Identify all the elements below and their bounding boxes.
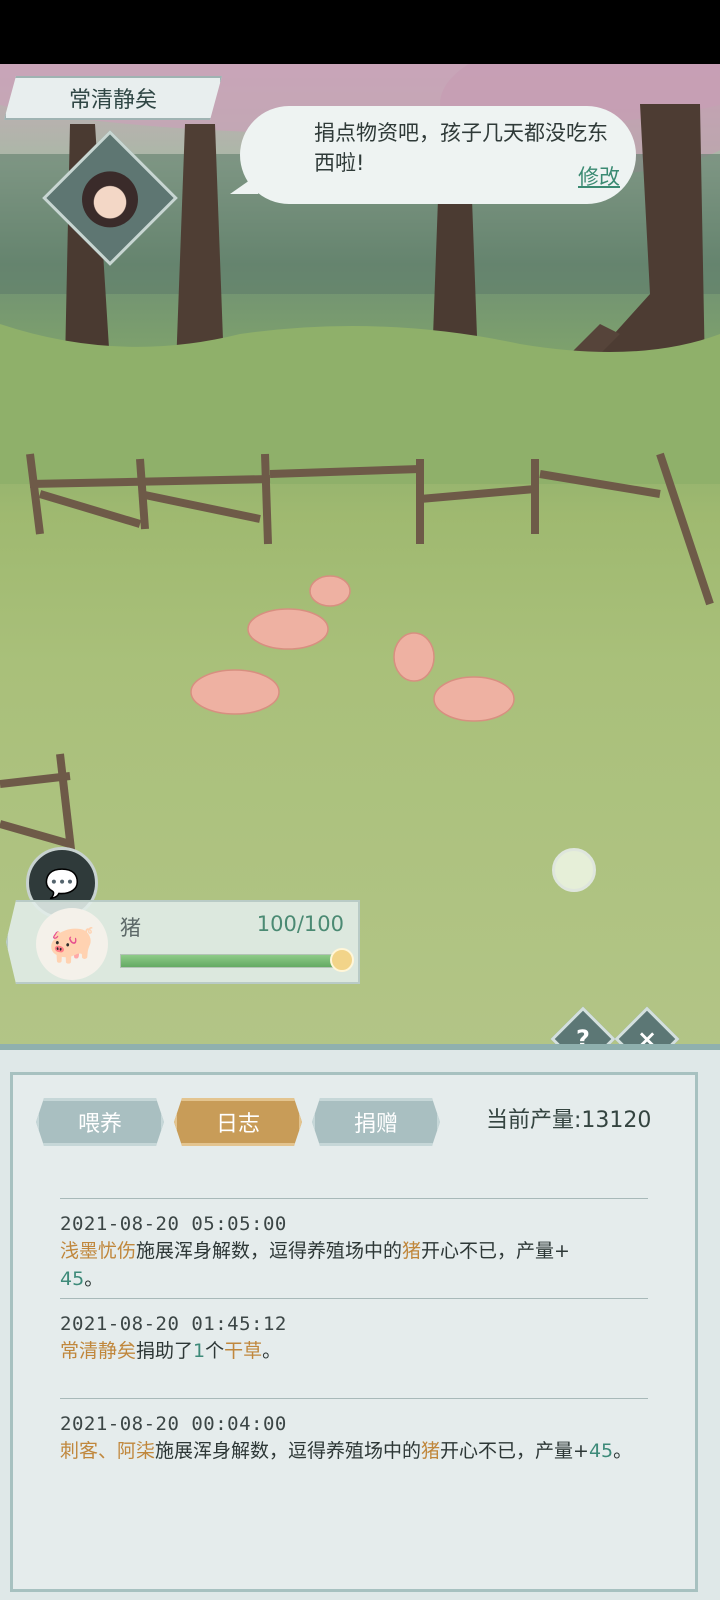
log-entry: 2021-08-20 05:05:00 浅墨忧伤施展浑身解数，逗得养殖场中的猪开… [60,1198,648,1293]
log-tail: 。 [262,1340,282,1362]
log-text-part: 捐助了 [136,1340,194,1362]
log-target: 猪 [421,1440,441,1462]
log-time: 2021-08-20 00:04:00 [60,1413,287,1435]
status-bar [0,0,720,64]
production-count: 当前产量:13120 [486,1108,652,1133]
tab-donate[interactable]: 捐赠 [312,1098,440,1146]
log-text-part: 个 [205,1340,225,1362]
log-amount: 45 [588,1440,614,1462]
log-text-part: 开心不已，产量+ [421,1240,570,1262]
edit-speech-link[interactable]: 修改 [578,162,620,192]
npc-name-banner: 常清静矣 [4,76,222,120]
chat-icon: 💬 [44,866,80,900]
speech-bubble: 捐点物资吧，孩子几天都没吃东西啦! 修改 [230,106,636,204]
animal-count: 100/100 [256,912,344,936]
tab-feed[interactable]: 喂养 [36,1098,164,1146]
feed-bowl-icon [330,948,354,972]
joystick[interactable] [552,848,596,892]
speech-text: 捐点物资吧，孩子几天都没吃东西啦! [314,121,608,175]
log-time: 2021-08-20 05:05:00 [60,1213,287,1235]
log-amount: 45 [60,1268,85,1290]
log-amount: 1 [193,1340,206,1362]
log-text-part: 施展浑身解数，逗得养殖场中的 [155,1440,422,1462]
npc-portrait [82,171,138,228]
log-tail: 。 [613,1440,633,1462]
log-entry: 2021-08-20 00:04:00 刺客、阿柒施展浑身解数，逗得养殖场中的猪… [60,1398,648,1465]
log-text: 浅墨忧伤施展浑身解数，逗得养殖场中的猪开心不已，产量+ 45。 [60,1237,648,1293]
log-text-part: 施展浑身解数，逗得养殖场中的 [136,1240,403,1262]
animal-status-card[interactable]: 🐖 猪 100/100 [6,900,360,984]
tab-log[interactable]: 日志 [174,1098,302,1146]
farm-panel: 喂养 日志 捐赠 当前产量:13120 2021-08-20 05:05:00 … [0,1044,720,1600]
log-actor: 刺客、阿柒 [60,1440,156,1462]
capacity-bar-fill [121,955,345,967]
log-target: 干草 [224,1340,263,1362]
log-text-part: 开心不已，产量+ [440,1440,589,1462]
log-time: 2021-08-20 01:45:12 [60,1313,287,1335]
animal-name: 猪 [120,916,141,940]
log-entry: 2021-08-20 01:45:12 常清静矣捐助了1个干草。 [60,1298,648,1365]
log-text: 常清静矣捐助了1个干草。 [60,1337,648,1365]
log-target: 猪 [402,1240,422,1262]
capacity-bar [120,954,346,968]
pig-icon: 🐖 [36,908,108,980]
log-actor: 浅墨忧伤 [60,1240,137,1262]
log-actor: 常清静矣 [60,1340,137,1362]
npc-name: 常清静矣 [68,88,157,113]
log-tail: 。 [84,1268,104,1290]
log-text: 刺客、阿柒施展浑身解数，逗得养殖场中的猪开心不已，产量+45。 [60,1437,648,1465]
